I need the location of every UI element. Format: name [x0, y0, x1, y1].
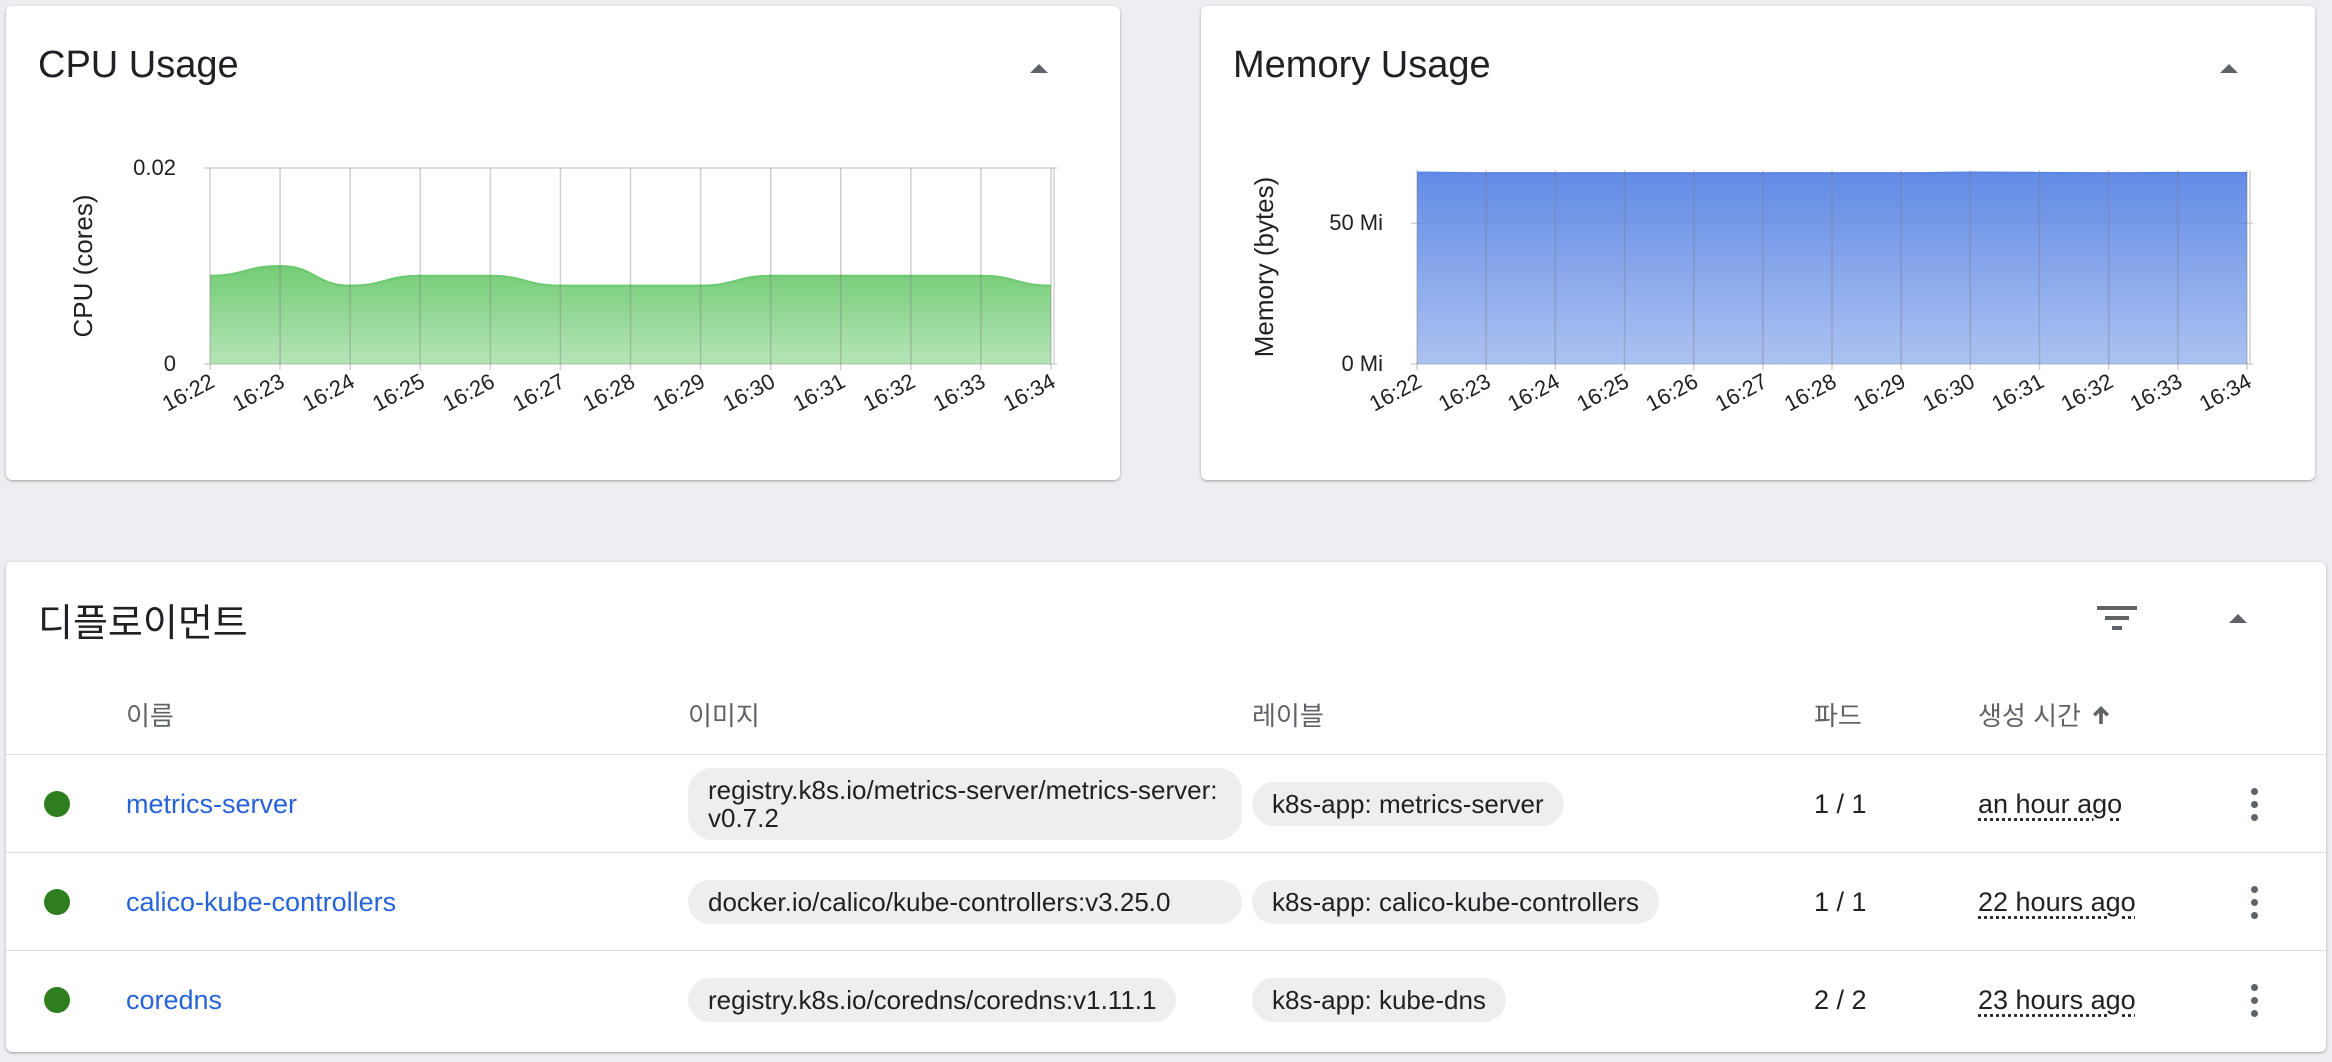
y-tick-label: 50 Mi: [1329, 210, 1383, 235]
column-header-created[interactable]: 생성 시간: [1978, 696, 2111, 733]
label-chip: k8s-app: metrics-server: [1252, 782, 1564, 826]
y-tick-label: 0: [164, 351, 176, 376]
x-tick-label: 16:32: [2057, 368, 2117, 416]
status-ok-icon: [44, 791, 70, 817]
pods-count: 1 / 1: [1814, 886, 1867, 917]
deployments-title: 디플로이먼트: [38, 603, 248, 645]
x-tick-label: 16:26: [1642, 368, 1702, 416]
x-tick-label: 16:34: [999, 368, 1059, 416]
status-ok-icon: [44, 987, 70, 1013]
y-tick-label: 0.02: [133, 155, 176, 180]
filter-icon: [2097, 606, 2137, 630]
deployments-collapse-button[interactable]: [2210, 590, 2266, 646]
deployment-name-link[interactable]: metrics-server: [126, 789, 297, 820]
y-tick-label: 0 Mi: [1341, 351, 1383, 376]
arrow-up-icon: [2092, 705, 2109, 724]
x-tick-label: 16:33: [2126, 368, 2186, 416]
x-tick-label: 16:25: [1572, 368, 1632, 416]
chevron-up-icon: [2229, 614, 2247, 623]
x-tick-label: 16:27: [1711, 368, 1771, 416]
pods-count: 2 / 2: [1814, 984, 1867, 1015]
x-tick-label: 16:31: [789, 368, 849, 416]
x-tick-label: 16:29: [1849, 368, 1909, 416]
x-tick-label: 16:30: [1918, 368, 1978, 416]
x-tick-label: 16:30: [719, 368, 779, 416]
x-tick-label: 16:28: [1780, 368, 1840, 416]
x-tick-label: 16:24: [1503, 368, 1563, 416]
image-chip: registry.k8s.io/metrics-server/metrics-s…: [688, 768, 1242, 840]
y-axis-label: Memory (bytes): [1249, 177, 1279, 358]
table-row[interactable]: calico-kube-controllers docker.io/calico…: [6, 852, 2326, 950]
table-row[interactable]: metrics-server registry.k8s.io/metrics-s…: [6, 754, 2326, 852]
created-age: 23 hours ago: [1978, 984, 2136, 1015]
x-tick-label: 16:23: [228, 368, 288, 416]
created-age: an hour ago: [1978, 788, 2123, 819]
cpu-usage-card: CPU Usage 0 0.02 16:22 16:23 16:24 16:25 16:26…: [6, 6, 1120, 480]
x-tick-label: 16:24: [298, 368, 358, 416]
table-row[interactable]: coredns registry.k8s.io/coredns/coredns:…: [6, 950, 2326, 1048]
x-tick-label: 16:31: [1987, 368, 2047, 416]
image-chip: registry.k8s.io/coredns/coredns:v1.11.1: [688, 978, 1177, 1022]
x-tick-label: 16:28: [578, 368, 638, 416]
created-age: 22 hours ago: [1978, 886, 2136, 917]
column-header-created-label: 생성 시간: [1978, 701, 2081, 731]
label-chip: k8s-app: calico-kube-controllers: [1252, 880, 1660, 924]
x-tick-label: 16:23: [1434, 368, 1494, 416]
image-chip: docker.io/calico/kube-controllers:v3.25.…: [688, 880, 1242, 924]
pods-count: 1 / 1: [1814, 788, 1867, 819]
deployment-name-link[interactable]: coredns: [126, 985, 222, 1016]
cpu-usage-chart: 00.0216:22 16:23 16:24 16:25 16:26 16:27 16:28…: [68, 155, 1059, 416]
status-ok-icon: [44, 889, 70, 915]
more-vert-icon[interactable]: [2230, 976, 2278, 1024]
deployments-card: 디플로이먼트 이름 이미지 레이블 파드 생성 시간 metrics-serve…: [6, 562, 2326, 1052]
x-tick-label: 16:33: [929, 368, 989, 416]
column-header-name[interactable]: 이름: [126, 696, 174, 733]
column-header-pods: 파드: [1814, 701, 1862, 731]
x-tick-label: 16:29: [649, 368, 709, 416]
memory-usage-chart: 0 Mi50 Mi16:22 16:23 16:24 16:25 16:26 16:27 1…: [1249, 170, 2255, 416]
more-vert-icon[interactable]: [2230, 780, 2278, 828]
deployment-name-link[interactable]: calico-kube-controllers: [126, 887, 396, 918]
column-header-image: 이미지: [688, 701, 760, 731]
x-tick-label: 16:34: [2195, 368, 2255, 416]
x-tick-label: 16:27: [508, 368, 568, 416]
x-tick-label: 16:25: [368, 368, 428, 416]
column-header-labels: 레이블: [1252, 701, 1324, 731]
memory-usage-card: Memory Usage 0 Mi 50 Mi 16:22 16:23 16:24 16:…: [1201, 6, 2315, 480]
x-tick-label: 16:32: [859, 368, 919, 416]
x-tick-label: 16:26: [438, 368, 498, 416]
y-axis-label: CPU (cores): [68, 194, 98, 337]
filter-button[interactable]: [2089, 590, 2145, 646]
label-chip: k8s-app: kube-dns: [1252, 978, 1506, 1022]
more-vert-icon[interactable]: [2230, 878, 2278, 926]
